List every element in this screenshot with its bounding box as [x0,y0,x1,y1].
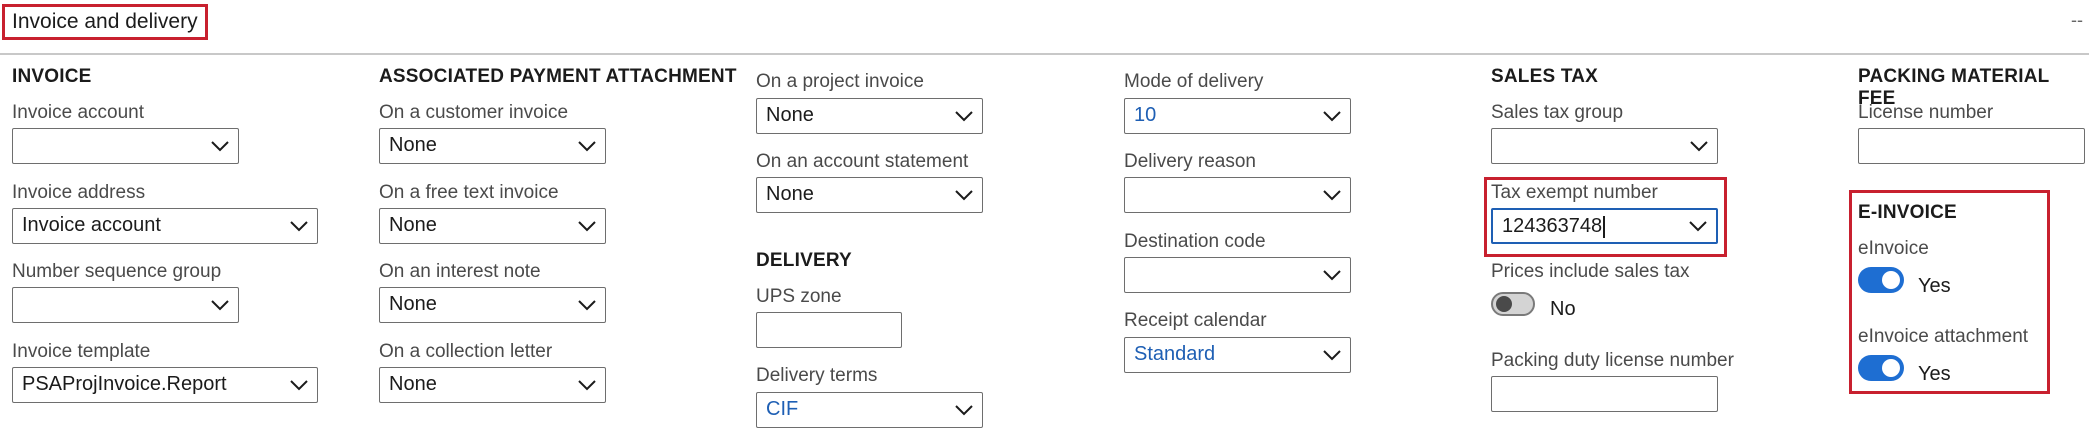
customer-invoice-dropdown[interactable]: None [379,128,606,164]
delivery-group-title: DELIVERY [756,250,852,271]
sales-tax-group-label: Sales tax group [1491,102,1624,123]
sales-tax-group-title: SALES TAX [1491,66,1599,87]
mode-of-delivery-dropdown[interactable]: 10 [1124,98,1351,134]
attachment-group-title: ASSOCIATED PAYMENT ATTACHMENT [379,66,737,87]
einvoice-group-title: E-INVOICE [1858,202,1957,223]
mode-of-delivery-label: Mode of delivery [1124,71,1264,92]
number-sequence-group-label: Number sequence group [12,261,222,282]
account-statement-value: None [766,183,814,205]
invoice-template-dropdown[interactable]: PSAProjInvoice.Report [12,367,318,403]
destination-code-dropdown[interactable] [1124,257,1351,293]
prices-include-tax-toggle[interactable] [1491,292,1535,316]
number-sequence-group-dropdown[interactable] [12,287,239,323]
chevron-down-icon[interactable] [210,299,230,311]
einvoice-toggle[interactable] [1858,267,1904,293]
invoice-template-value: PSAProjInvoice.Report [22,373,227,395]
tax-exempt-number-label: Tax exempt number [1491,182,1658,203]
tax-exempt-number-input[interactable]: 124363748 [1491,208,1718,244]
mode-of-delivery-value[interactable]: 10 [1134,104,1156,126]
ups-zone-label: UPS zone [756,286,842,307]
chevron-down-icon[interactable] [1322,189,1342,201]
chevron-down-icon[interactable] [954,110,974,122]
license-number-label: License number [1858,102,1994,123]
account-statement-label: On an account statement [756,151,969,172]
destination-code-label: Destination code [1124,231,1266,252]
customer-invoice-value: None [389,134,437,156]
receipt-calendar-dropdown[interactable]: Standard [1124,337,1351,373]
tax-exempt-number-value: 124363748 [1502,215,1603,237]
chevron-down-icon[interactable] [1322,110,1342,122]
packing-duty-license-input[interactable] [1491,376,1718,412]
receipt-calendar-value[interactable]: Standard [1134,343,1215,365]
invoice-template-label: Invoice template [12,341,151,362]
prices-include-tax-label: Prices include sales tax [1491,261,1690,282]
chevron-down-icon[interactable] [577,299,597,311]
einvoice-attachment-toggle[interactable] [1858,355,1904,381]
section-divider [0,53,2089,55]
einvoice-label: eInvoice [1858,238,1929,259]
chevron-down-icon[interactable] [1688,220,1708,232]
ups-zone-input[interactable] [756,312,902,348]
collapse-icon[interactable]: -- [2071,10,2083,31]
invoice-account-dropdown[interactable] [12,128,239,164]
receipt-calendar-label: Receipt calendar [1124,310,1267,331]
delivery-terms-dropdown[interactable]: CIF [756,392,983,428]
chevron-down-icon[interactable] [954,189,974,201]
text-cursor [1603,215,1605,238]
account-statement-dropdown[interactable]: None [756,177,983,213]
toggle-knob [1882,359,1900,377]
collection-letter-dropdown[interactable]: None [379,367,606,403]
interest-note-label: On an interest note [379,261,541,282]
chevron-down-icon[interactable] [289,220,309,232]
invoice-address-label: Invoice address [12,182,146,203]
interest-note-dropdown[interactable]: None [379,287,606,323]
chevron-down-icon[interactable] [210,140,230,152]
chevron-down-icon[interactable] [289,379,309,391]
invoice-address-dropdown[interactable]: Invoice account [12,208,318,244]
chevron-down-icon[interactable] [1322,269,1342,281]
invoice-address-value: Invoice account [22,214,161,236]
chevron-down-icon[interactable] [1322,349,1342,361]
customer-invoice-label: On a customer invoice [379,102,569,123]
einvoice-attachment-state: Yes [1918,363,1951,385]
prices-include-tax-state: No [1550,298,1576,320]
delivery-reason-dropdown[interactable] [1124,177,1351,213]
project-invoice-dropdown[interactable]: None [756,98,983,134]
packing-duty-license-label: Packing duty license number [1491,350,1734,371]
section-title: Invoice and delivery [12,10,198,33]
einvoice-attachment-label: eInvoice attachment [1858,326,2029,347]
interest-note-value: None [389,293,437,315]
delivery-reason-label: Delivery reason [1124,151,1256,172]
collection-letter-label: On a collection letter [379,341,553,362]
chevron-down-icon[interactable] [954,404,974,416]
free-text-invoice-value: None [389,214,437,236]
free-text-invoice-label: On a free text invoice [379,182,559,203]
sales-tax-group-dropdown[interactable] [1491,128,1718,164]
chevron-down-icon[interactable] [577,140,597,152]
toggle-knob [1882,271,1900,289]
chevron-down-icon[interactable] [1689,140,1709,152]
project-invoice-label: On a project invoice [756,71,924,92]
toggle-knob [1496,296,1512,312]
delivery-terms-value[interactable]: CIF [766,398,798,420]
einvoice-state: Yes [1918,275,1951,297]
invoice-group-title: INVOICE [12,66,92,87]
project-invoice-value: None [766,104,814,126]
section-header-invoice-delivery[interactable]: Invoice and delivery [2,4,208,40]
chevron-down-icon[interactable] [577,379,597,391]
free-text-invoice-dropdown[interactable]: None [379,208,606,244]
chevron-down-icon[interactable] [577,220,597,232]
collection-letter-value: None [389,373,437,395]
license-number-input[interactable] [1858,128,2085,164]
delivery-terms-label: Delivery terms [756,365,878,386]
invoice-account-label: Invoice account [12,102,145,123]
